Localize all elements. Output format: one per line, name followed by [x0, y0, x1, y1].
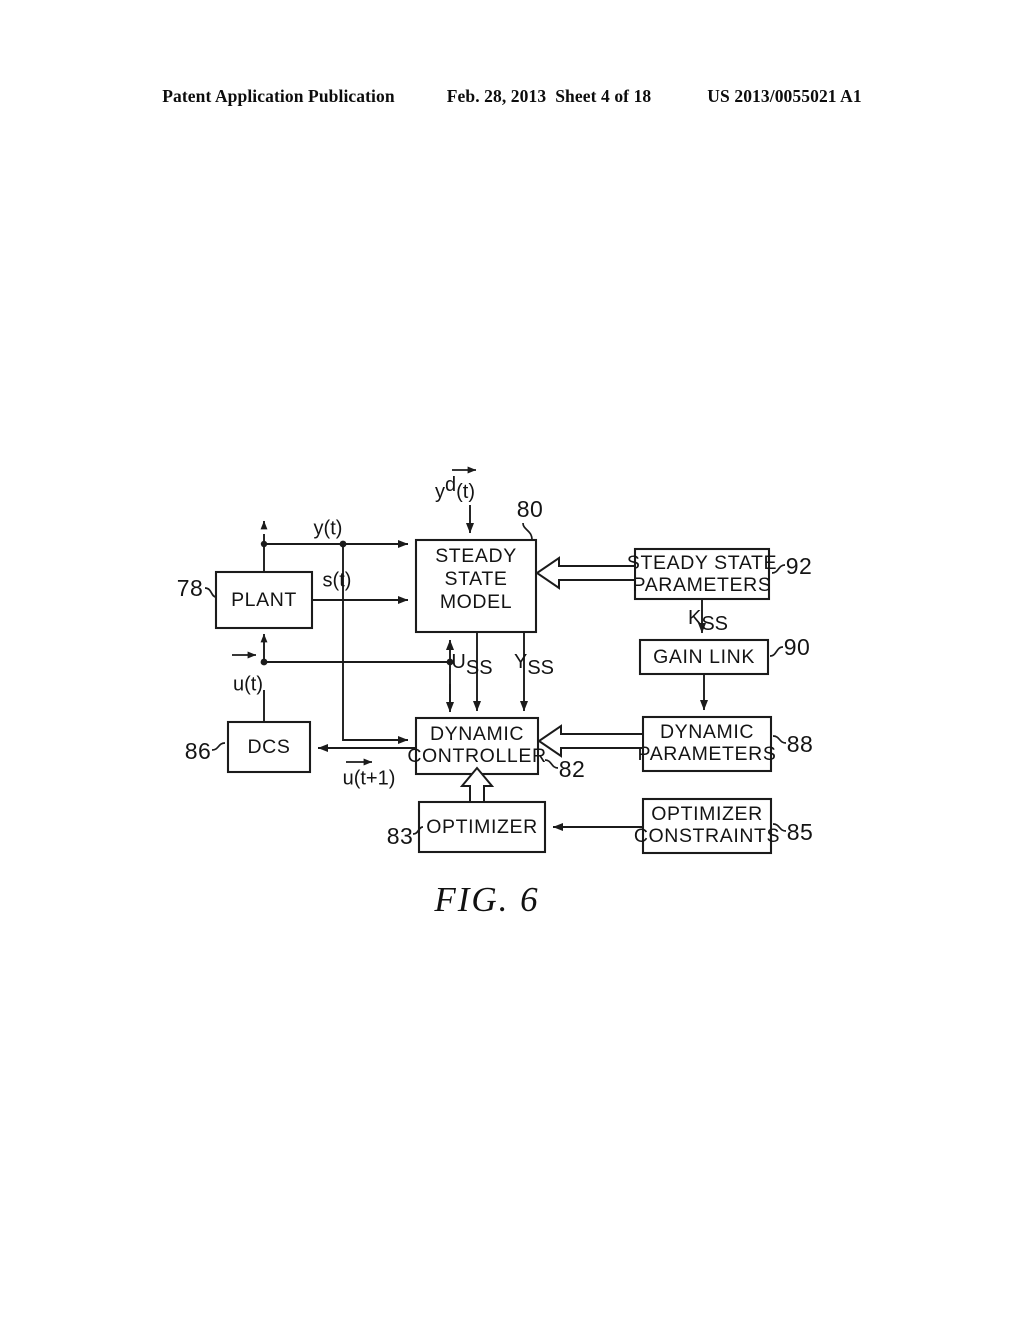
label-y-ss-subscript: SS: [527, 657, 554, 679]
refnum-82-text: 82: [559, 756, 585, 782]
refnum-78-text: 78: [177, 575, 203, 601]
refnum-90-text: 90: [784, 634, 810, 660]
label-y-desired: yd(t): [435, 474, 475, 503]
block-steady-state-parameters-label-1: STEADY STATE: [627, 552, 777, 574]
block-gain-link-label: GAIN LINK: [653, 646, 755, 668]
block-steady-state-model: STEADY STATE MODEL: [414, 538, 538, 634]
label-u-in: u(t): [233, 673, 263, 695]
block-gain-link: GAIN LINK: [638, 638, 770, 676]
block-diagram: PLANT STEADY STATE MODEL DYNAMIC CONTROL…: [177, 466, 813, 919]
block-dynamic-parameters-label-1: DYNAMIC: [660, 721, 754, 743]
block-optimizer: OPTIMIZER: [417, 800, 547, 854]
refnum-88: 88: [772, 731, 813, 757]
refnum-80: 80: [517, 496, 543, 541]
blockarrow-dynparams-to-controller: [537, 724, 644, 758]
block-steady-state-model-label-1: STEADY: [435, 545, 517, 567]
refnum-92: 92: [771, 553, 812, 579]
label-s-out: s(t): [323, 569, 352, 591]
refnum-80-text: 80: [517, 496, 543, 522]
block-dynamic-controller-label-2: CONTROLLER: [407, 745, 546, 767]
label-y-desired-base: y: [435, 481, 445, 503]
refnum-78: 78: [177, 575, 217, 601]
label-k-ss: KSS: [688, 607, 728, 635]
block-dcs-label: DCS: [248, 736, 291, 758]
block-dynamic-parameters: DYNAMIC PARAMETERS: [638, 715, 777, 773]
block-dynamic-controller: DYNAMIC CONTROLLER: [407, 716, 546, 776]
refnum-83: 83: [387, 823, 424, 849]
block-plant-label: PLANT: [231, 589, 297, 611]
label-u-ss: USS: [451, 651, 492, 679]
label-u-ss-base: U: [451, 651, 465, 673]
block-dcs: DCS: [226, 720, 312, 774]
figure-6: PLANT STEADY STATE MODEL DYNAMIC CONTROL…: [0, 0, 1024, 1320]
block-plant: PLANT: [214, 570, 314, 630]
block-optimizer-constraints: OPTIMIZER CONSTRAINTS: [634, 797, 780, 855]
refnum-83-text: 83: [387, 823, 413, 849]
label-y-out: y(t): [314, 517, 343, 539]
block-optimizer-label: OPTIMIZER: [426, 816, 538, 838]
block-steady-state-parameters-label-2: PARAMETERS: [633, 574, 772, 596]
label-y-ss-base: Y: [514, 651, 527, 673]
block-steady-state-model-label-2: STATE: [445, 568, 508, 590]
block-optimizer-constraints-label-1: OPTIMIZER: [651, 803, 763, 825]
label-k-ss-subscript: SS: [701, 613, 728, 635]
label-k-ss-base: K: [688, 607, 702, 629]
refnum-82: 82: [544, 756, 585, 782]
wire-u-next: [317, 743, 416, 766]
label-u-next: u(t+1): [343, 767, 396, 789]
refnum-86: 86: [185, 738, 226, 764]
block-optimizer-constraints-label-2: CONSTRAINTS: [634, 825, 780, 847]
svg-text:USS: USS: [451, 651, 492, 679]
wire-y-out: [260, 520, 409, 745]
refnum-88-text: 88: [787, 731, 813, 757]
block-steady-state-model-label-3: MODEL: [440, 591, 512, 613]
label-y-ss: YSS: [514, 651, 554, 679]
refnum-92-text: 92: [786, 553, 812, 579]
label-u-ss-subscript: SS: [466, 657, 493, 679]
figure-caption: FIG. 6: [433, 880, 539, 919]
label-y-desired-tail: (t): [456, 481, 475, 503]
svg-text:KSS: KSS: [688, 607, 728, 635]
block-steady-state-parameters: STEADY STATE PARAMETERS: [627, 547, 777, 601]
block-dynamic-controller-label-1: DYNAMIC: [430, 723, 524, 745]
refnum-90: 90: [769, 634, 810, 660]
refnum-85-text: 85: [787, 819, 813, 845]
svg-text:YSS: YSS: [514, 651, 554, 679]
label-y-desired-superscript: d: [445, 474, 456, 496]
svg-text:yd(t): yd(t): [435, 474, 475, 503]
blockarrow-ss-params-to-ss-model: [535, 556, 636, 590]
refnum-86-text: 86: [185, 738, 211, 764]
block-dynamic-parameters-label-2: PARAMETERS: [638, 743, 777, 765]
